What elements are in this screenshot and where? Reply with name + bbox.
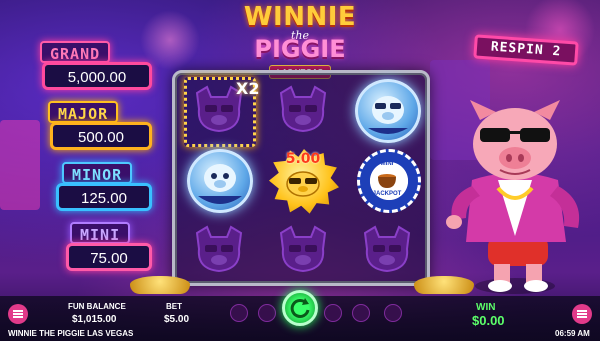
neon-building <box>0 120 40 210</box>
clock: 06:59 AM <box>555 329 590 338</box>
neon-building <box>140 10 200 70</box>
reel-cell: 5.00 <box>265 147 341 215</box>
menu-button[interactable] <box>8 304 28 324</box>
reel-cell: MINI JACKPOT <box>349 147 425 215</box>
settings-button[interactable] <box>572 304 592 324</box>
turbo-button[interactable] <box>384 304 402 322</box>
pig-ghost-icon <box>279 225 327 273</box>
info-button[interactable] <box>230 304 248 322</box>
reel-cell <box>349 217 425 285</box>
game-stage: WINNIE the PIGGIE LAS VEGAS GRAND 5,000.… <box>0 0 600 341</box>
logo-word-winnie: WINNIE <box>243 2 357 32</box>
bet-label: BET <box>166 302 182 311</box>
coin-pile <box>130 276 190 294</box>
reel-cell <box>265 77 341 145</box>
win-label: WIN <box>476 302 496 313</box>
blue-pig-coin-icon <box>355 79 421 143</box>
multiplier-badge: X2 <box>236 79 260 98</box>
jackpot-grand-label: GRAND <box>40 41 111 63</box>
respin-count: 2 <box>551 43 562 60</box>
jackpot-minor-label: MINOR <box>62 162 133 184</box>
fun-balance-value: $1,015.00 <box>72 314 117 325</box>
spin-button[interactable] <box>282 290 318 326</box>
jackpot-minor-value: 125.00 <box>56 183 152 211</box>
fun-balance-label: FUN BALANCE <box>68 302 126 311</box>
logo-word-piggie: PIGGIE <box>254 35 346 63</box>
reel-cell <box>181 217 257 285</box>
bet-decrease-button[interactable] <box>258 304 276 322</box>
pig-mascot-icon <box>446 100 580 294</box>
bet-value: $5.00 <box>164 314 190 325</box>
hamburger-icon <box>577 310 587 318</box>
pig-ghost-icon <box>279 85 327 133</box>
autoplay-button[interactable] <box>352 304 370 322</box>
pig-face-icon <box>286 171 320 197</box>
jackpot-mini-label: MINI <box>70 222 131 244</box>
chip-label-jackpot: JACKPOT <box>372 191 402 197</box>
refresh-icon <box>290 298 310 318</box>
jackpot-major-value: 500.00 <box>50 122 152 150</box>
pot-icon <box>378 174 396 188</box>
reel-cell <box>349 77 425 145</box>
blue-pig-coin-icon <box>187 149 253 213</box>
respin-label: RESPIN <box>490 39 545 59</box>
win-value: $0.00 <box>472 313 505 328</box>
reel-cell <box>181 147 257 215</box>
game-title-footer: WINNIE THE PIGGIE LAS VEGAS <box>8 329 134 338</box>
reel-cell: X2 <box>181 77 260 147</box>
reel-grid: X2 5.00 MINI JACKPOT <box>172 70 430 286</box>
pig-ghost-icon <box>195 225 243 273</box>
jackpot-major-label: MAJOR <box>48 101 119 123</box>
bet-increase-button[interactable] <box>324 304 342 322</box>
chip-label-mini: MINI <box>380 161 394 167</box>
pig-ghost-icon <box>363 225 411 273</box>
coin-value: 5.00 <box>285 151 321 167</box>
jackpot-mini-value: 75.00 <box>66 243 152 271</box>
hamburger-icon <box>13 310 23 318</box>
jackpot-grand-value: 5,000.00 <box>42 62 152 90</box>
reel-cell <box>265 217 341 285</box>
